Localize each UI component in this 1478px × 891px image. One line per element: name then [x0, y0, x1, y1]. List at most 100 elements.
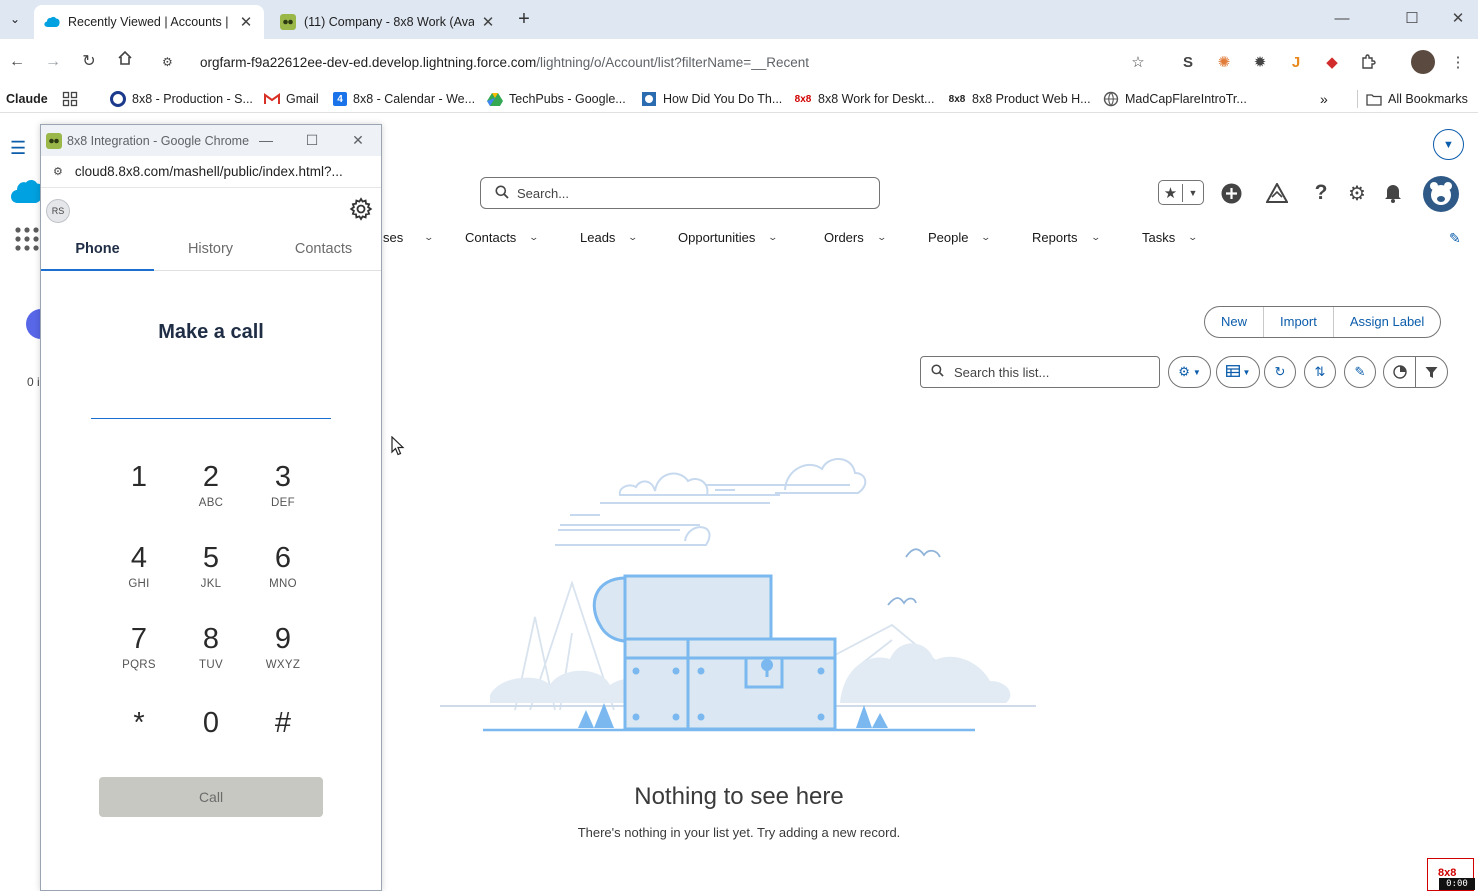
browser-tab-accounts[interactable]: Recently Viewed | Accounts | Sa ✕	[34, 5, 264, 39]
sort-button[interactable]: ⇅	[1304, 356, 1336, 388]
list-search-input[interactable]: Search this list...	[920, 356, 1160, 388]
apps-grid-icon[interactable]	[62, 90, 78, 108]
extension-j-icon[interactable]: J	[1285, 51, 1307, 73]
chevron-down-icon[interactable]: ⌄	[529, 232, 540, 243]
inline-edit-button[interactable]: ✎	[1344, 356, 1376, 388]
tab-search-chevron-icon[interactable]: ⌄	[4, 8, 26, 30]
user-profile-avatar[interactable]	[1423, 176, 1459, 212]
keypad-key-3[interactable]: 3 DEF	[251, 459, 315, 523]
bookmark-claude[interactable]: Claude	[6, 90, 48, 108]
forward-arrow-icon[interactable]: →	[41, 50, 65, 74]
edit-nav-pencil-icon[interactable]: ✎	[1449, 230, 1461, 247]
chevron-down-icon[interactable]: ⌄	[1090, 232, 1101, 243]
browser-tab-8x8-work[interactable]: (11) Company - 8x8 Work (Avai ✕	[270, 5, 506, 39]
new-tab-plus-icon[interactable]: +	[512, 8, 536, 32]
favorite-star-icon[interactable]: ★	[1159, 183, 1183, 202]
bookmark-madcap[interactable]: MadCapFlareIntroTr...	[1103, 90, 1247, 108]
keypad-key-hash[interactable]: #	[251, 705, 315, 769]
nav-item-tasks[interactable]: Tasks ⌄	[1142, 230, 1199, 245]
salesforce-logo-icon[interactable]	[10, 178, 44, 206]
notifications-bell-icon[interactable]	[1381, 181, 1405, 205]
claude-extension-icon[interactable]: ✺	[1213, 51, 1235, 73]
keypad-key-star[interactable]: *	[107, 705, 171, 769]
chevron-down-icon[interactable]: ⌄	[424, 232, 435, 243]
keypad-key-6[interactable]: 6 MNO	[251, 540, 315, 604]
tab-phone[interactable]: Phone	[41, 229, 154, 271]
import-button[interactable]: Import	[1264, 307, 1334, 337]
chevron-down-icon[interactable]: ⌄	[876, 232, 887, 243]
popup-close-icon[interactable]: ✕	[335, 125, 381, 156]
setup-gear-icon[interactable]: ⚙	[1345, 181, 1369, 205]
popup-minimize-icon[interactable]: —	[243, 125, 289, 156]
keypad-key-1[interactable]: 1	[107, 459, 171, 523]
bookmark-techpubs[interactable]: TechPubs - Google...	[487, 90, 626, 108]
tab-close-icon[interactable]: ✕	[238, 13, 254, 31]
chevron-down-icon[interactable]: ⌄	[1188, 232, 1199, 243]
bookmark-gmail[interactable]: Gmail	[264, 90, 319, 108]
nav-item-contacts[interactable]: Contacts ⌄	[465, 230, 540, 245]
bookmark-8x8-calendar[interactable]: 4 8x8 - Calendar - We...	[333, 90, 475, 108]
keypad-key-4[interactable]: 4 GHI	[107, 540, 171, 604]
extension-sun-icon[interactable]: ✹	[1249, 51, 1271, 73]
trailhead-guidance-icon[interactable]	[1265, 181, 1289, 205]
tab-close-icon[interactable]: ✕	[480, 13, 496, 31]
keypad-key-0[interactable]: 0	[179, 705, 243, 769]
nav-item-people[interactable]: People ⌄	[928, 230, 992, 245]
home-icon[interactable]	[113, 50, 137, 74]
bookmark-star-icon[interactable]: ☆	[1127, 51, 1149, 73]
reload-icon[interactable]: ↻	[77, 50, 101, 74]
keypad-key-9[interactable]: 9 WXYZ	[251, 621, 315, 685]
extension-s-icon[interactable]: S	[1177, 51, 1199, 73]
tab-history[interactable]: History	[154, 229, 267, 271]
list-settings-gear-button[interactable]: ⚙ ▼	[1168, 356, 1211, 388]
site-info-icon[interactable]: ⚙	[53, 165, 63, 178]
bookmark-how-did-you[interactable]: How Did You Do Th...	[641, 90, 782, 108]
bookmarks-overflow-icon[interactable]: »	[1320, 90, 1328, 108]
chevron-down-icon[interactable]: ⌄	[981, 232, 992, 243]
refresh-button[interactable]: ↻	[1264, 356, 1296, 388]
chart-pie-icon[interactable]	[1384, 357, 1416, 387]
site-info-icon[interactable]: ⚙	[162, 55, 178, 69]
bookmark-8x8-work-desktop[interactable]: 8x8 8x8 Work for Deskt...	[794, 90, 935, 108]
extension-red-icon[interactable]: ◆	[1321, 51, 1343, 73]
window-maximize-icon[interactable]: ☐	[1392, 6, 1432, 32]
new-button[interactable]: New	[1205, 307, 1265, 337]
8x8-recording-badge[interactable]: 8x8 0:00	[1427, 858, 1475, 891]
window-close-icon[interactable]: ✕	[1438, 6, 1478, 32]
bookmark-8x8-product-web[interactable]: 8x8 8x8 Product Web H...	[948, 90, 1091, 108]
hamburger-menu-icon[interactable]: ☰	[10, 138, 26, 159]
favorites-dropdown-icon[interactable]: ▼	[1183, 188, 1203, 198]
chevron-down-icon[interactable]: ⌄	[768, 232, 779, 243]
nav-item-reports[interactable]: Reports ⌄	[1032, 230, 1101, 245]
help-question-icon[interactable]: ?	[1309, 181, 1333, 205]
all-bookmarks[interactable]: All Bookmarks	[1357, 90, 1468, 108]
keypad-key-8[interactable]: 8 TUV	[179, 621, 243, 685]
keypad-key-2[interactable]: 2 ABC	[179, 459, 243, 523]
assign-label-button[interactable]: Assign Label	[1334, 307, 1440, 337]
extensions-puzzle-icon[interactable]	[1357, 51, 1379, 73]
bookmark-8x8-production[interactable]: 8x8 - Production - S...	[110, 90, 253, 108]
global-actions-plus-icon[interactable]	[1219, 181, 1243, 205]
window-minimize-icon[interactable]: —	[1322, 6, 1362, 32]
popup-maximize-icon[interactable]: ☐	[289, 125, 335, 156]
back-arrow-icon[interactable]: ←	[5, 50, 29, 74]
more-menu-icon[interactable]: ⋮	[1447, 51, 1469, 73]
filter-funnel-icon[interactable]	[1416, 357, 1447, 387]
keypad-key-5[interactable]: 5 JKL	[179, 540, 243, 604]
global-search-input[interactable]: Search...	[480, 177, 880, 209]
favorites-button-group[interactable]: ★ ▼	[1158, 180, 1204, 205]
user-initials-avatar[interactable]: RS	[46, 199, 70, 223]
keypad-key-7[interactable]: 7 PQRS	[107, 621, 171, 685]
utility-dropdown-icon[interactable]: ▼	[1433, 129, 1464, 160]
call-button[interactable]: Call	[99, 777, 323, 817]
chevron-down-icon[interactable]: ⌄	[628, 232, 639, 243]
settings-gear-icon[interactable]	[349, 197, 373, 221]
tab-contacts[interactable]: Contacts	[267, 229, 380, 271]
address-bar[interactable]: ⚙ orgfarm-f9a22612ee-dev-ed.develop.ligh…	[150, 45, 1160, 79]
nav-item-ses[interactable]: ses ⌄	[383, 230, 435, 245]
nav-item-orders[interactable]: Orders ⌄	[824, 230, 887, 245]
profile-avatar-icon[interactable]	[1411, 50, 1435, 74]
nav-item-opportunities[interactable]: Opportunities ⌄	[678, 230, 779, 245]
display-as-table-button[interactable]: ▼	[1216, 356, 1260, 388]
popup-title-bar[interactable]: 8x8 Integration - Google Chrome — ☐ ✕	[41, 125, 381, 156]
